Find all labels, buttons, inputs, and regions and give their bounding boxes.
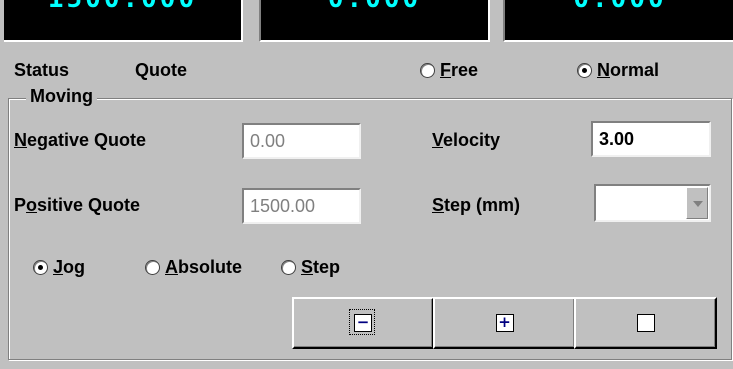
radio-jog-label: Jog: [53, 257, 86, 277]
radio-free-indicator: [420, 63, 435, 78]
chevron-down-icon[interactable]: [686, 187, 708, 219]
step-mm-combobox[interactable]: [594, 184, 711, 222]
plus-icon: +: [495, 314, 514, 332]
position-display-3-value: 0.000: [505, 0, 733, 14]
position-display-1: 1500.000: [4, 0, 243, 42]
position-display-2: 0.000: [259, 0, 490, 42]
radio-step[interactable]: Step: [281, 257, 340, 278]
radio-free-label: Free: [440, 60, 479, 80]
moving-group-title: Moving: [26, 86, 97, 107]
position-display-3: 0.000: [503, 0, 733, 42]
move-plus-button[interactable]: +: [433, 297, 576, 349]
radio-absolute[interactable]: Absolute: [145, 257, 242, 278]
positive-quote-label: Positive Quote: [14, 195, 141, 215]
stop-button[interactable]: [574, 297, 717, 349]
radio-normal[interactable]: Normal: [577, 60, 659, 81]
positive-quote-field[interactable]: 1500.00: [242, 188, 361, 224]
step-mm-label: Step (mm): [432, 195, 521, 215]
velocity-field[interactable]: 3.00: [591, 121, 711, 157]
radio-jog[interactable]: Jog: [33, 257, 85, 278]
radio-absolute-indicator: [145, 260, 160, 275]
negative-quote-field[interactable]: 0.00: [242, 123, 361, 159]
radio-step-indicator: [281, 260, 296, 275]
radio-absolute-label: Absolute: [165, 257, 243, 277]
velocity-label: Velocity: [432, 130, 501, 150]
position-display-1-value: 1500.000: [4, 0, 241, 14]
radio-step-label: Step: [301, 257, 341, 277]
position-display-2-value: 0.000: [261, 0, 488, 14]
radio-free[interactable]: Free: [420, 60, 478, 81]
status-value: Quote: [135, 60, 187, 80]
negative-quote-label: Negative Quote: [14, 130, 147, 150]
radio-normal-label: Normal: [597, 60, 660, 80]
radio-jog-indicator: [33, 260, 48, 275]
stop-icon: [636, 314, 655, 332]
move-minus-button[interactable]: −: [292, 297, 434, 349]
status-label: Status: [14, 60, 70, 80]
radio-normal-indicator: [577, 63, 592, 78]
minus-icon: −: [354, 314, 372, 332]
